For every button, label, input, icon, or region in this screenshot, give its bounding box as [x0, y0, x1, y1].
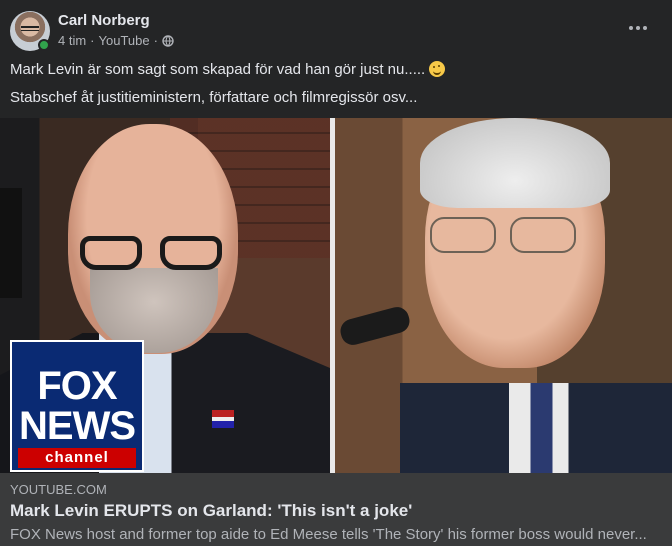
dot [636, 26, 640, 30]
right-person-suit [400, 383, 672, 473]
link-preview-image[interactable]: FOX NEWS channel [0, 118, 672, 473]
left-person-glasses [80, 236, 225, 272]
link-title[interactable]: Mark Levin ERUPTS on Garland: 'This isn'… [10, 501, 412, 521]
right-person-hair [420, 118, 610, 208]
meta-separator: · [153, 33, 158, 48]
link-card[interactable]: YOUTUBE.COM Mark Levin ERUPTS on Garland… [0, 473, 672, 546]
post-text-line2: Stabschef åt justitieministern, författa… [10, 89, 418, 106]
logo-text-news: NEWS [19, 404, 136, 448]
author-name[interactable]: Carl Norberg [58, 12, 150, 29]
dot [629, 26, 633, 30]
fox-news-logo: FOX NEWS channel [10, 340, 144, 472]
book-spine-shape [0, 188, 22, 298]
post-text: Mark Levin är som sagt som skapad för va… [10, 61, 426, 78]
right-person-glasses [430, 213, 580, 253]
post-header: Carl Norberg 4 tim · YouTube · [0, 0, 672, 58]
post-text-line1: Mark Levin är som sagt som skapad för va… [10, 61, 446, 78]
globe-icon[interactable] [162, 34, 174, 47]
more-options-icon[interactable] [626, 18, 650, 38]
link-domain: YOUTUBE.COM [10, 482, 107, 497]
lens [80, 236, 142, 270]
logo-text-channel: channel [18, 448, 136, 468]
post-meta: 4 tim · YouTube · [58, 33, 174, 48]
lens [430, 217, 496, 253]
logo-text-fox: FOX [37, 364, 117, 408]
lens [510, 217, 576, 253]
post-time[interactable]: 4 tim [58, 33, 86, 48]
online-status-dot [38, 39, 50, 51]
meta-separator: · [90, 33, 95, 48]
winking-face-emoji-icon [429, 61, 446, 77]
dot [643, 26, 647, 30]
lens [160, 236, 222, 270]
avatar-glasses-shape [21, 26, 39, 31]
post-source: YouTube [98, 33, 150, 48]
image-divider [330, 118, 335, 473]
flag-pin-icon [212, 410, 234, 428]
link-description: FOX News host and former top aide to Ed … [10, 526, 647, 543]
